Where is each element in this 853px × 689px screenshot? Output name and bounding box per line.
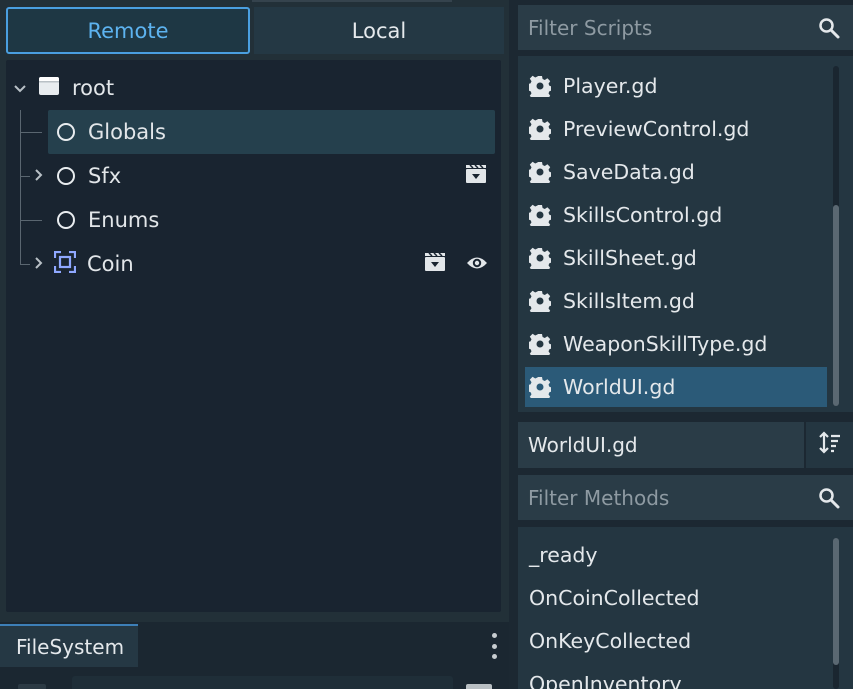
tree-guide-branch [20, 220, 42, 221]
script-item-weaponskilltype[interactable]: WeaponSkillType.gd [525, 324, 827, 364]
tree-item-sfx[interactable]: Sfx [28, 154, 495, 198]
instance-scene-icon[interactable] [465, 163, 487, 190]
visibility-eye-icon[interactable] [466, 252, 488, 276]
sort-button[interactable] [806, 422, 853, 468]
filesystem-nav-button[interactable] [18, 684, 46, 689]
script-item-skillscontrol[interactable]: SkillsControl.gd [525, 195, 827, 235]
tree-item-label: Globals [88, 120, 166, 144]
tree-item-coin[interactable]: Coin [28, 242, 495, 286]
tab-remote[interactable]: Remote [6, 7, 250, 54]
script-item-savedata[interactable]: SaveData.gd [525, 152, 827, 192]
filter-methods-placeholder: Filter Methods [528, 485, 670, 510]
script-item-label: WeaponSkillType.gd [563, 332, 768, 356]
tree-guide-line [20, 110, 21, 264]
top-divider [252, 0, 452, 2]
script-item-skillsitem[interactable]: SkillsItem.gd [525, 281, 827, 321]
chevron-down-icon[interactable] [10, 79, 30, 98]
chevron-right-icon[interactable] [28, 255, 48, 274]
filter-scripts-input[interactable]: Filter Scripts [518, 5, 853, 50]
tree-item-enums[interactable]: Enums [48, 198, 495, 242]
search-icon [817, 16, 841, 40]
current-script-name: WorldUI.gd [518, 422, 804, 468]
gear-icon [527, 204, 553, 230]
filter-scripts-placeholder: Filter Scripts [528, 15, 653, 40]
tree-item-label: Enums [88, 208, 160, 232]
tree-item-label: Coin [87, 252, 134, 276]
tab-filesystem[interactable]: FileSystem [0, 624, 138, 667]
script-item-label: SaveData.gd [563, 160, 695, 184]
instance-scene-icon[interactable] [424, 251, 446, 278]
script-item-worldui[interactable]: WorldUI.gd [525, 367, 827, 407]
gear-icon [527, 75, 553, 101]
gear-icon [527, 161, 553, 187]
methods-scrollbar-thumb[interactable] [833, 538, 839, 665]
script-item-player[interactable]: Player.gd [525, 66, 827, 106]
script-item-skillsheet[interactable]: SkillSheet.gd [525, 238, 827, 278]
current-script-label: WorldUI.gd [528, 433, 638, 457]
tab-local[interactable]: Local [254, 7, 504, 54]
script-item-label: SkillSheet.gd [563, 246, 697, 270]
gear-icon [527, 290, 553, 316]
method-item-onkeycollected[interactable]: OnKeyCollected [529, 619, 691, 662]
control-node-icon [53, 250, 77, 278]
filesystem-path-input[interactable] [72, 676, 453, 689]
tree-item-root[interactable]: root [6, 66, 496, 110]
method-item-oncoincollected[interactable]: OnCoinCollected [529, 576, 699, 619]
search-icon [817, 486, 841, 510]
node-circle-icon [57, 167, 75, 185]
gear-icon [527, 333, 553, 359]
gear-icon [527, 247, 553, 273]
node-circle-icon [57, 123, 75, 141]
script-item-label: SkillsControl.gd [563, 203, 723, 227]
node-circle-icon [57, 211, 75, 229]
more-options-icon[interactable] [486, 630, 502, 662]
sort-icon [818, 431, 842, 459]
scripts-scrollbar-thumb[interactable] [833, 205, 839, 406]
tree-item-label: Sfx [88, 164, 122, 188]
script-item-label: Player.gd [563, 74, 658, 98]
gear-icon [527, 376, 553, 402]
filter-methods-input[interactable]: Filter Methods [518, 475, 853, 520]
folder-window-icon [38, 76, 60, 101]
gear-icon [527, 118, 553, 144]
method-item-openinventory[interactable]: OpenInventory [529, 662, 682, 689]
script-item-label: WorldUI.gd [563, 375, 676, 399]
chevron-right-icon[interactable] [28, 167, 48, 186]
filesystem-layout-button[interactable] [466, 684, 492, 689]
script-item-label: PreviewControl.gd [563, 117, 750, 141]
method-item-ready[interactable]: _ready [529, 533, 598, 576]
script-item-label: SkillsItem.gd [563, 289, 695, 313]
tree-item-label: root [72, 76, 115, 100]
tree-guide-branch [20, 132, 42, 133]
tree-item-globals[interactable]: Globals [48, 110, 495, 154]
script-item-previewcontrol[interactable]: PreviewControl.gd [525, 109, 827, 149]
